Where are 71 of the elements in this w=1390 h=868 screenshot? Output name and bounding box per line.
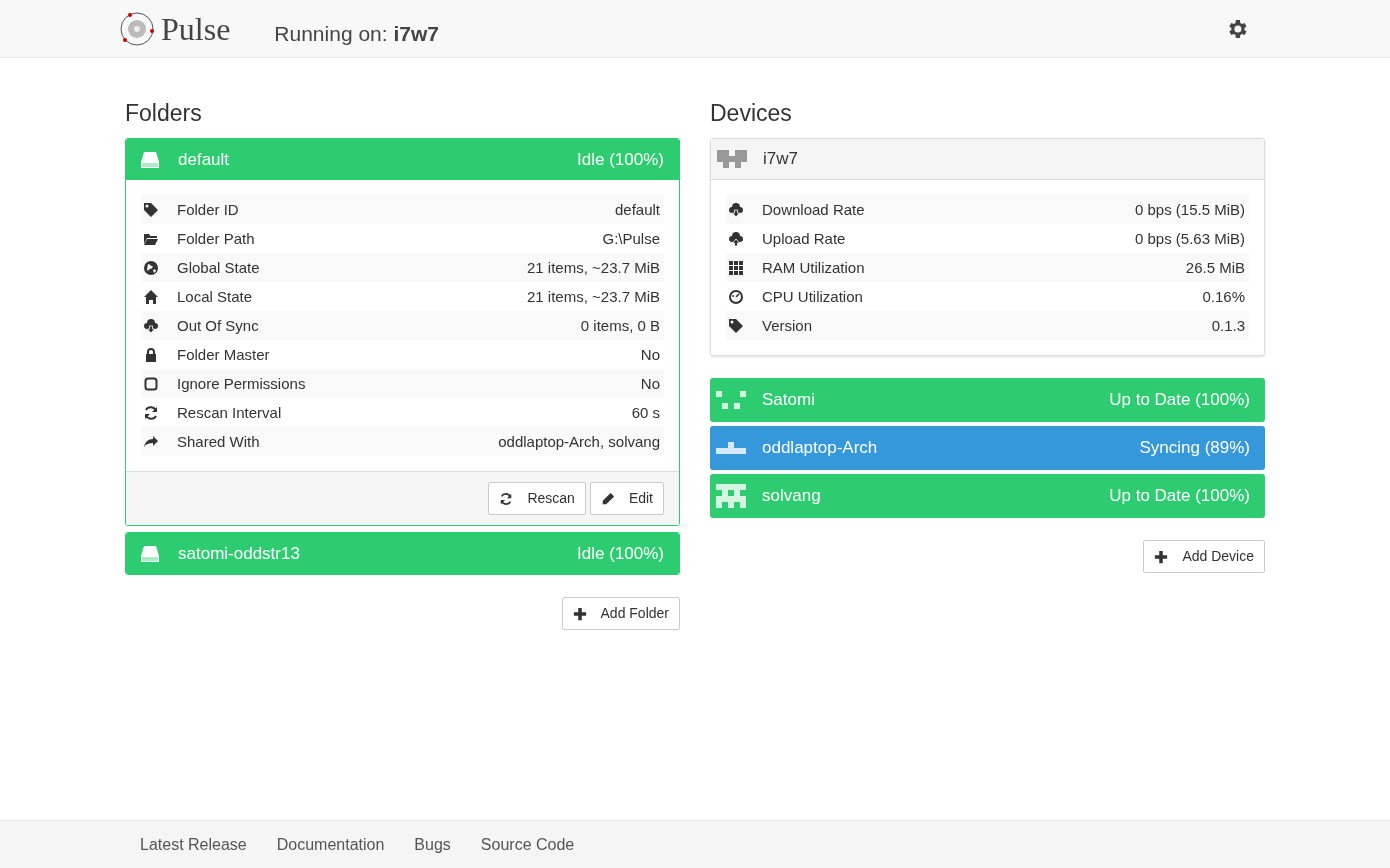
property-value: 0.16%: [1202, 289, 1245, 304]
folder-status: Idle (100%): [577, 542, 664, 565]
property-value: default: [614, 202, 660, 217]
property-value: 21 items, ~23.7 MiB: [527, 260, 660, 275]
property-value: oddlaptop-Arch, solvang: [498, 434, 660, 449]
property-label: Ignore Permissions: [177, 376, 306, 391]
section-title: Devices: [710, 100, 793, 126]
identicon-icon: [716, 391, 746, 409]
cloud-upload-icon: [728, 230, 744, 247]
folder-status: Idle (100%): [577, 148, 664, 171]
folder-name: default: [178, 148, 230, 171]
device-name: solvang: [762, 485, 821, 508]
property-label: Rescan Interval: [177, 405, 282, 420]
tag-icon: [728, 317, 744, 334]
tag-icon: [143, 201, 159, 218]
edit-button[interactable]: Edit: [589, 482, 664, 515]
drive-icon: [141, 545, 159, 562]
device-name: oddlaptop-Arch: [762, 437, 878, 460]
folder-name: satomi-oddstr13: [178, 542, 300, 565]
lock-icon: [143, 346, 159, 363]
property-value: 26.5 MiB: [1185, 260, 1245, 275]
property-value: 0 bps (15.5 MiB): [1134, 202, 1245, 217]
identicon-icon: [716, 484, 746, 508]
device-name: i7w7: [763, 148, 798, 171]
device-status: Up to Date (100%): [1109, 389, 1250, 412]
footer-link[interactable]: Documentation: [276, 832, 385, 857]
refresh-icon: [499, 491, 514, 506]
property-label: Folder Master: [177, 347, 270, 362]
property-label: Folder ID: [177, 202, 239, 217]
grid-icon: [728, 259, 744, 276]
square-icon: [143, 375, 159, 392]
property-label: Out Of Sync: [177, 318, 259, 333]
property-label: Version: [762, 318, 813, 333]
footer-link[interactable]: Source Code: [480, 832, 575, 857]
refresh-icon: [143, 404, 159, 421]
property-label: Global State: [177, 260, 260, 275]
plus-icon: [572, 606, 587, 621]
property-value: No: [640, 347, 660, 362]
property-value: No: [640, 376, 660, 391]
logo-icon: [119, 10, 155, 47]
property-label: RAM Utilization: [762, 260, 865, 275]
property-label: Folder Path: [177, 231, 255, 246]
property-label: Upload Rate: [762, 231, 846, 246]
add-device-button[interactable]: Add Device: [1143, 540, 1265, 573]
property-value: 0 items, 0 B: [580, 318, 660, 333]
property-value: 0 bps (5.63 MiB): [1134, 231, 1245, 246]
device-name: Satomi: [762, 389, 815, 412]
property-value: 21 items, ~23.7 MiB: [527, 289, 660, 304]
rescan-button[interactable]: Rescan: [488, 482, 586, 515]
running-on-text: Running on: i7w7: [274, 20, 439, 47]
pencil-icon: [600, 491, 615, 506]
property-label: Download Rate: [762, 202, 865, 217]
home-icon: [143, 288, 159, 305]
device-status: Up to Date (100%): [1109, 485, 1250, 508]
device-status: Syncing (89%): [1139, 437, 1250, 460]
brand-link[interactable]: Pulse: [161, 12, 231, 45]
plus-icon: [1154, 549, 1169, 564]
add-folder-button[interactable]: Add Folder: [561, 597, 680, 630]
footer-link[interactable]: Bugs: [414, 832, 451, 857]
gauge-icon: [728, 288, 744, 305]
identicon-icon: [717, 150, 747, 168]
footer-link[interactable]: Latest Release: [140, 832, 247, 857]
drive-icon: [141, 151, 159, 168]
section-title: Folders: [125, 100, 203, 126]
property-value: 0.1.3: [1211, 318, 1245, 333]
identicon-icon: [716, 442, 746, 454]
property-value: 60 s: [631, 405, 660, 420]
property-label: Shared With: [177, 434, 260, 449]
property-label: Local State: [177, 289, 253, 304]
property-label: CPU Utilization: [762, 289, 863, 304]
property-value: G:\Pulse: [602, 231, 660, 246]
